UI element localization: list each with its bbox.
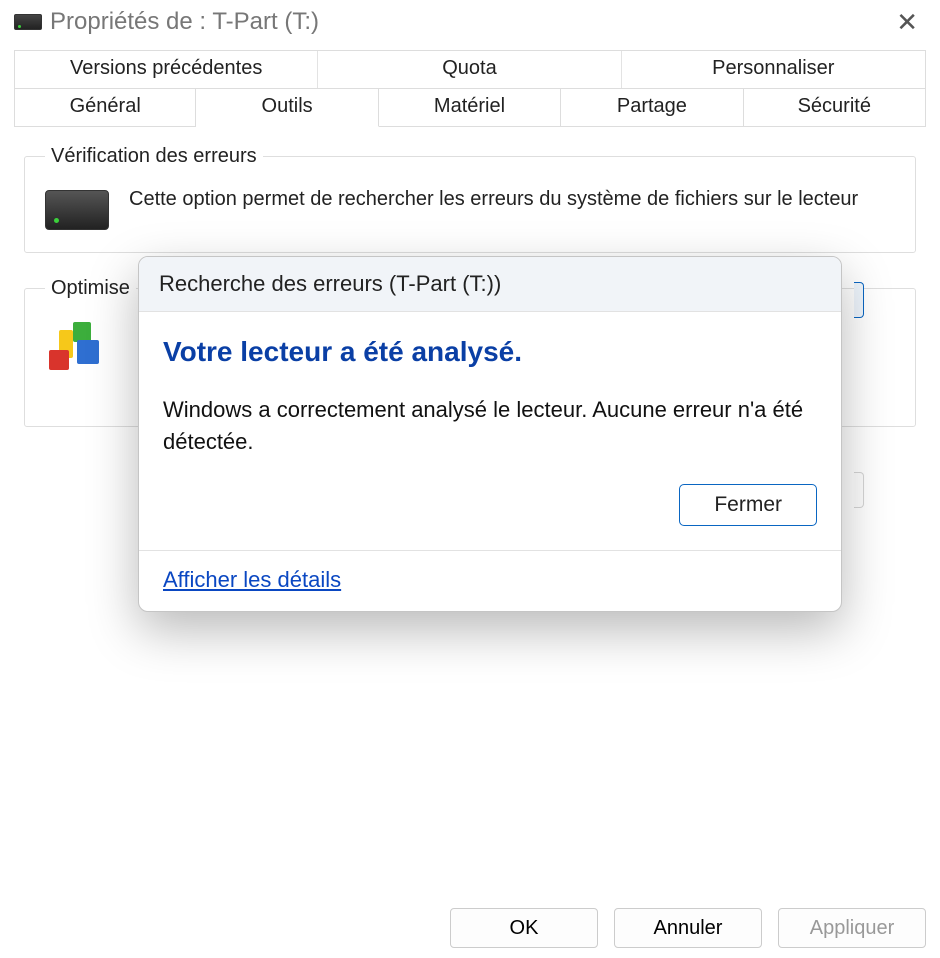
show-details-link[interactable]: Afficher les détails (163, 567, 341, 592)
tab-outils[interactable]: Outils (196, 88, 378, 127)
error-checking-description: Cette option permet de rechercher les er… (129, 186, 858, 213)
dialog-button-row: OK Annuler Appliquer (450, 908, 926, 948)
scan-dialog-title: Votre lecteur a été analysé. (163, 336, 817, 368)
tab-securite[interactable]: Sécurité (744, 88, 926, 127)
optimize-button-partial[interactable] (854, 472, 864, 508)
defrag-icon (45, 322, 101, 372)
tab-partage[interactable]: Partage (561, 88, 743, 127)
tabs-row-top: Versions précédentes Quota Personnaliser (14, 50, 926, 88)
ok-button[interactable]: OK (450, 908, 598, 948)
group-optimize-legend: Optimise (45, 277, 136, 300)
tab-versions-precedentes[interactable]: Versions précédentes (15, 51, 318, 88)
tabs-row-main: Général Outils Matériel Partage Sécurité (14, 88, 926, 127)
window-titlebar: Propriétés de : T-Part (T:) ✕ (0, 0, 940, 50)
tab-materiel[interactable]: Matériel (379, 88, 561, 127)
window-title: Propriétés de : T-Part (T:) (50, 8, 319, 36)
apply-button: Appliquer (778, 908, 926, 948)
drive-large-icon (45, 190, 109, 230)
close-button[interactable]: Fermer (679, 484, 817, 526)
scan-result-dialog: Recherche des erreurs (T-Part (T:)) Votr… (138, 256, 842, 612)
cancel-button[interactable]: Annuler (614, 908, 762, 948)
check-button-partial[interactable] (854, 282, 864, 318)
scan-dialog-header: Recherche des erreurs (T-Part (T:)) (139, 257, 841, 312)
scan-dialog-text: Windows a correctement analysé le lecteu… (163, 394, 817, 458)
drive-icon (14, 14, 42, 30)
tab-general[interactable]: Général (14, 88, 196, 127)
group-error-checking-legend: Vérification des erreurs (45, 145, 263, 168)
group-error-checking: Vérification des erreurs Cette option pe… (24, 145, 916, 253)
tab-quota[interactable]: Quota (318, 51, 621, 88)
tab-personnaliser[interactable]: Personnaliser (622, 51, 925, 88)
close-icon[interactable]: ✕ (888, 9, 926, 35)
